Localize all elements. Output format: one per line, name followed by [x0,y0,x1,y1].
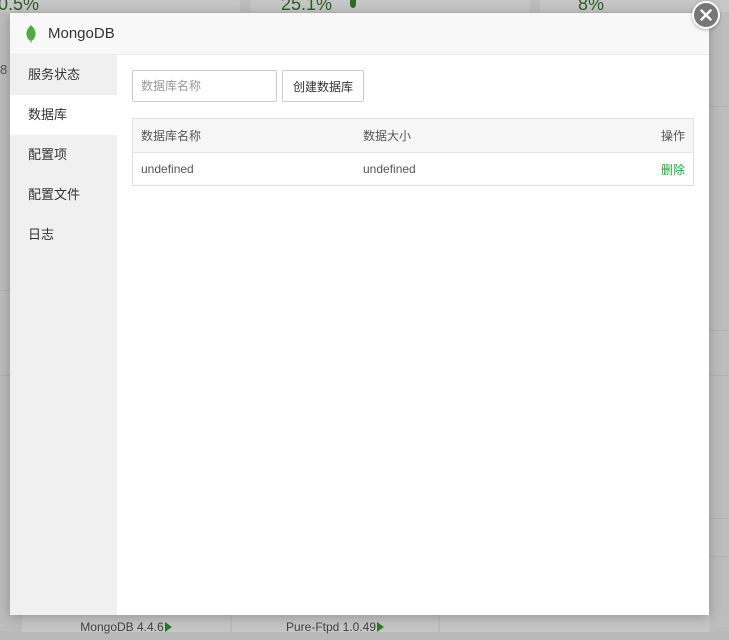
database-panel: 创建数据库 数据库名称 数据大小 操作 undefined unde [117,55,709,615]
bg-footer-item: MongoDB 4.4.6 [22,613,230,634]
database-name-input[interactable] [132,70,277,102]
close-icon [700,9,712,21]
bg-divider [0,375,10,376]
mongodb-modal: MongoDB 服务状态 数据库 配置项 配置文件 日志 创建数据库 数据库名称… [10,13,709,615]
bg-footer-label: MongoDB 4.4.6 [80,620,164,634]
bg-divider [709,106,729,107]
bg-divider [709,375,729,376]
bg-side-number: 8 [0,62,8,77]
column-header-action: 操作 [568,119,693,153]
toolbar: 创建数据库 [132,70,694,102]
sidebar-item-service-status[interactable]: 服务状态 [10,55,117,95]
sidebar-item-databases[interactable]: 数据库 [10,95,117,135]
bg-leaf-icon [350,0,356,8]
bg-footer-item [440,613,710,632]
cell-db-size: undefined [363,162,416,176]
sidebar-item-logs[interactable]: 日志 [10,215,117,255]
bg-divider [709,518,729,519]
mongodb-leaf-icon [26,24,36,43]
column-header-name: 数据库名称 [133,119,355,153]
bg-footer-label: Pure-Ftpd 1.0.49 [285,620,377,634]
close-button[interactable] [692,1,720,29]
bg-footer-item: Pure-Ftpd 1.0.49 [232,613,438,634]
table-row: undefined undefined 删除 [133,153,693,186]
cell-db-name: undefined [141,162,194,176]
modal-header: MongoDB [10,13,709,55]
bg-divider [709,330,729,331]
column-header-size: 数据大小 [355,119,569,153]
sidebar-item-config-file[interactable]: 配置文件 [10,175,117,215]
create-database-button[interactable]: 创建数据库 [282,70,365,102]
table-header-row: 数据库名称 数据大小 操作 [133,119,693,153]
sidebar-item-config-options[interactable]: 配置项 [10,135,117,175]
bg-divider [0,290,10,291]
delete-database-link[interactable]: 删除 [661,163,685,177]
cell-action: 删除 [569,153,693,186]
database-table: 数据库名称 数据大小 操作 undefined undefined 删除 [132,118,694,186]
modal-body: 服务状态 数据库 配置项 配置文件 日志 创建数据库 数据库名称 数据大小 操作 [10,55,709,615]
bg-divider [709,556,729,557]
sidebar: 服务状态 数据库 配置项 配置文件 日志 [10,55,117,615]
modal-title: MongoDB [48,25,115,42]
